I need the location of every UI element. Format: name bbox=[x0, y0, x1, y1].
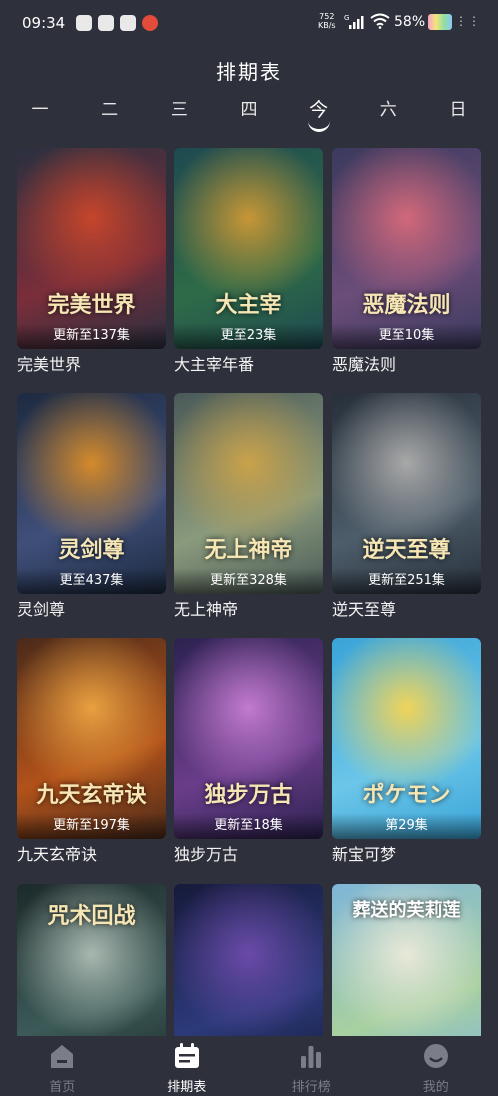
show-title[interactable]: 恶魔法则 bbox=[332, 353, 481, 377]
show-poster[interactable]: 九天玄帝诀更新至197集 bbox=[17, 638, 166, 839]
more-status-icon: ⋮⋮ bbox=[455, 14, 481, 28]
show-card[interactable]: ポケモン第29集 新宝可梦 bbox=[332, 638, 481, 867]
show-card[interactable]: 灵剑尊 更至437集 灵剑尊 bbox=[17, 393, 166, 622]
episode-badge: 更新至251集 bbox=[332, 568, 481, 594]
show-card[interactable]: 独步万古 更新至18集 独步万古 bbox=[174, 638, 323, 867]
show-poster[interactable]: 灵剑尊更至437集 bbox=[17, 393, 166, 594]
nav-label: 排期表 bbox=[167, 1080, 207, 1095]
poster-logo: 葬送的芙莉莲 bbox=[352, 900, 461, 921]
calendar-icon bbox=[174, 1043, 199, 1068]
show-poster[interactable]: 完美世界更新至137集 bbox=[17, 148, 166, 349]
nav-ranking[interactable]: 排行榜 bbox=[249, 1036, 374, 1096]
tab-label: 二 bbox=[101, 100, 119, 120]
show-poster[interactable]: 独步万古更新至18集 bbox=[174, 638, 323, 839]
tab-label: 四 bbox=[240, 100, 258, 120]
signal-icon: G bbox=[344, 14, 364, 29]
poster-logo: 大主宰 bbox=[215, 292, 282, 318]
show-title[interactable]: 完美世界 bbox=[17, 353, 166, 377]
bottom-nav: 首页 排期表 排行榜 我的 bbox=[0, 1036, 498, 1096]
network-speed-unit: KB/s bbox=[318, 21, 336, 30]
episode-badge: 更新至197集 bbox=[17, 813, 166, 839]
show-title[interactable]: 九天玄帝诀 bbox=[17, 843, 166, 867]
show-title[interactable]: 大主宰年番 bbox=[174, 353, 323, 377]
active-indicator bbox=[307, 117, 330, 132]
profile-icon bbox=[423, 1044, 448, 1068]
network-speed: 752 KB/s bbox=[318, 12, 336, 30]
poster-logo: 恶魔法则 bbox=[362, 292, 451, 318]
nav-label: 我的 bbox=[422, 1080, 449, 1095]
svg-text:G: G bbox=[344, 14, 349, 22]
episode-badge: 更新至137集 bbox=[17, 323, 166, 349]
poster-logo: 灵剑尊 bbox=[58, 537, 125, 563]
nav-profile[interactable]: 我的 bbox=[374, 1036, 498, 1096]
app-icon bbox=[76, 15, 92, 31]
show-poster[interactable]: ポケモン第29集 bbox=[332, 638, 481, 839]
weibo-icon bbox=[142, 15, 158, 31]
tab-today[interactable]: 今 bbox=[295, 95, 343, 135]
show-title[interactable]: 逆天至尊 bbox=[332, 598, 481, 622]
nav-schedule[interactable]: 排期表 bbox=[125, 1036, 250, 1096]
tab-thursday[interactable]: 四 bbox=[225, 95, 273, 135]
nav-home[interactable]: 首页 bbox=[0, 1036, 125, 1096]
page-title: 排期表 bbox=[216, 60, 282, 84]
tab-saturday[interactable]: 六 bbox=[364, 95, 412, 135]
poster-logo: 九天玄帝诀 bbox=[36, 782, 147, 808]
poster-logo: 无上神帝 bbox=[204, 537, 293, 563]
show-poster[interactable]: 逆天至尊更新至251集 bbox=[332, 393, 481, 594]
show-card[interactable]: 逆天至尊 更新至251集 逆天至尊 bbox=[332, 393, 481, 622]
show-poster[interactable]: 大主宰更至23集 bbox=[174, 148, 323, 349]
notification-icons bbox=[76, 15, 158, 31]
episode-badge: 更新至18集 bbox=[174, 813, 323, 839]
show-poster[interactable]: 恶魔法则更至10集 bbox=[332, 148, 481, 349]
poster-logo: 咒术回战 bbox=[47, 903, 136, 929]
tab-sunday[interactable]: 日 bbox=[434, 95, 482, 135]
show-card[interactable]: 大主宰更至23集 大主宰年番 bbox=[174, 148, 323, 377]
tab-label: 日 bbox=[449, 100, 467, 120]
ranking-icon bbox=[301, 1046, 322, 1068]
show-title[interactable]: 灵剑尊 bbox=[17, 598, 166, 622]
tab-wednesday[interactable]: 三 bbox=[155, 95, 203, 135]
tab-label: 三 bbox=[170, 100, 188, 120]
weekday-tabs: 一 二 三 四 今 六 日 bbox=[16, 95, 482, 135]
episode-badge: 更至437集 bbox=[17, 568, 166, 594]
network-speed-value: 752 bbox=[319, 12, 335, 21]
poster-logo: 逆天至尊 bbox=[362, 537, 451, 563]
status-time: 09:34 bbox=[22, 14, 66, 32]
poster-logo: 独步万古 bbox=[204, 782, 293, 808]
show-card[interactable]: 完美世界 更新至137集 完美世界 bbox=[17, 148, 166, 377]
mail-icon bbox=[120, 15, 136, 31]
nav-label: 排行榜 bbox=[291, 1080, 331, 1095]
poster-logo: ポケモン bbox=[362, 782, 451, 808]
nav-label: 首页 bbox=[49, 1080, 76, 1095]
app-icon bbox=[98, 15, 114, 31]
poster-logo: 完美世界 bbox=[47, 292, 136, 318]
tab-label: 一 bbox=[31, 100, 49, 120]
show-card[interactable]: 恶魔法则 更至10集 恶魔法则 bbox=[332, 148, 481, 377]
episode-badge: 更新至328集 bbox=[174, 568, 323, 594]
tab-label: 六 bbox=[379, 100, 397, 120]
show-title[interactable]: 独步万古 bbox=[174, 843, 323, 867]
battery-icon bbox=[428, 14, 452, 30]
status-bar: 09:34 752 KB/s G 58% ⋮⋮ bbox=[0, 0, 498, 46]
show-card[interactable]: 无上神帝 更新至328集 无上神帝 bbox=[174, 393, 323, 622]
episode-badge: 更至23集 bbox=[174, 323, 323, 349]
battery-percent: 58% bbox=[394, 14, 426, 30]
tab-monday[interactable]: 一 bbox=[16, 95, 64, 135]
wifi-icon bbox=[370, 13, 390, 29]
show-card[interactable]: 九天玄帝诀 更新至197集 九天玄帝诀 bbox=[17, 638, 166, 867]
episode-badge: 更至10集 bbox=[332, 323, 481, 349]
episode-badge: 第29集 bbox=[332, 813, 481, 839]
show-poster[interactable]: 无上神帝更新至328集 bbox=[174, 393, 323, 594]
home-icon bbox=[51, 1045, 74, 1068]
tab-tuesday[interactable]: 二 bbox=[86, 95, 134, 135]
show-title[interactable]: 无上神帝 bbox=[174, 598, 323, 622]
show-title[interactable]: 新宝可梦 bbox=[332, 843, 481, 867]
